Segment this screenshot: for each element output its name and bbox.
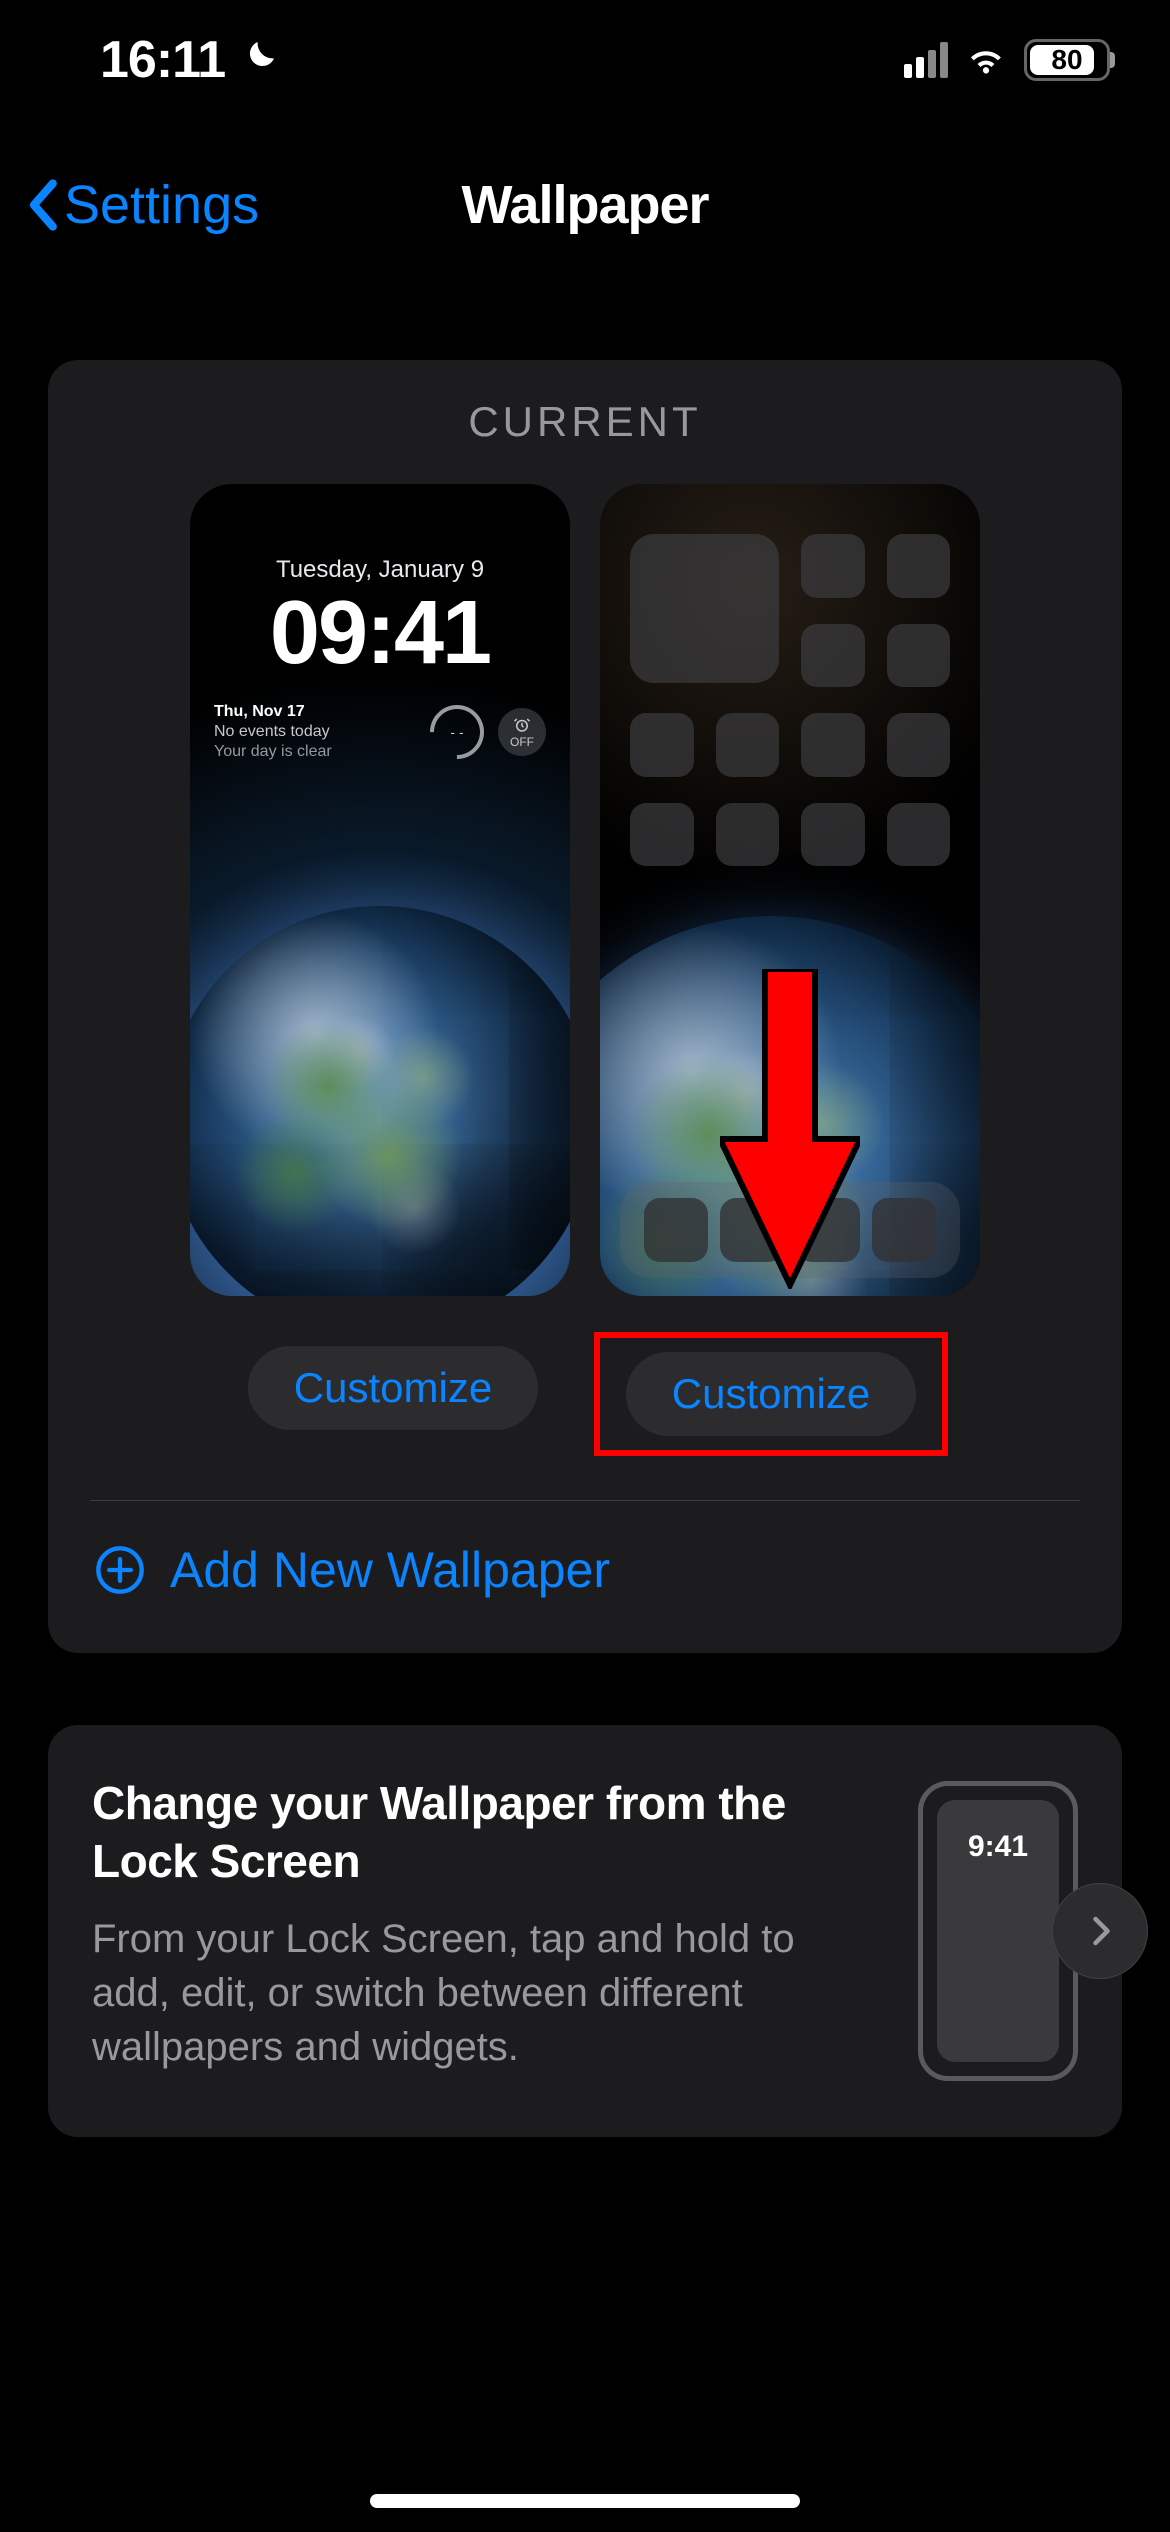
nav-bar: Settings Wallpaper (0, 150, 1170, 260)
gauge-widget-icon: - - (419, 694, 495, 770)
dnd-moon-icon (239, 30, 279, 90)
page-title: Wallpaper (461, 174, 708, 236)
earth-image (190, 906, 570, 1296)
customize-row: Customize Customize (78, 1332, 1092, 1456)
tip-body: From your Lock Screen, tap and hold to a… (92, 1912, 812, 2074)
status-time: 16:11 (100, 30, 225, 90)
tip-phone-time: 9:41 (968, 1830, 1028, 2062)
annotation-highlight-box: Customize (594, 1332, 948, 1456)
add-new-wallpaper-label: Add New Wallpaper (170, 1541, 610, 1599)
wifi-icon (964, 36, 1008, 85)
annotation-arrow-icon (720, 969, 860, 1294)
status-left: 16:11 (100, 30, 279, 90)
customize-lock-button[interactable]: Customize (248, 1346, 538, 1430)
lock-preview-widget-line3: Your day is clear (214, 742, 332, 762)
back-label: Settings (64, 174, 259, 236)
chevron-left-icon (24, 178, 60, 232)
customize-home-button[interactable]: Customize (626, 1352, 916, 1436)
alarm-widget-icon: OFF (498, 708, 546, 756)
tip-next-button[interactable] (1052, 1883, 1148, 1979)
lock-preview-widgets: Thu, Nov 17 No events today Your day is … (214, 702, 546, 762)
lock-preview-date: Tuesday, January 9 (190, 556, 570, 584)
lock-screen-preview[interactable]: Tuesday, January 9 09:41 Thu, Nov 17 No … (190, 484, 570, 1296)
tip-title: Change your Wallpaper from the Lock Scre… (92, 1775, 878, 1890)
current-section-label: CURRENT (78, 398, 1092, 446)
cellular-signal-icon (904, 42, 948, 78)
battery-percent: 80 (1051, 44, 1082, 76)
wallpaper-previews: Tuesday, January 9 09:41 Thu, Nov 17 No … (78, 484, 1092, 1296)
status-right: 80 (904, 36, 1110, 85)
chevron-right-icon (1082, 1913, 1118, 1949)
add-new-wallpaper-button[interactable]: Add New Wallpaper (78, 1501, 1092, 1623)
tip-card: Change your Wallpaper from the Lock Scre… (48, 1725, 1122, 2137)
battery-icon: 80 (1024, 39, 1110, 81)
lock-preview-widget-line2: No events today (214, 722, 332, 742)
plus-circle-icon (94, 1544, 146, 1596)
home-indicator[interactable] (370, 2494, 800, 2508)
current-wallpaper-card: CURRENT Tuesday, January 9 09:41 Thu, No… (48, 360, 1122, 1653)
status-bar: 16:11 80 (0, 0, 1170, 120)
back-button[interactable]: Settings (24, 174, 259, 236)
lock-preview-time: 09:41 (190, 582, 570, 685)
home-screen-preview[interactable] (600, 484, 980, 1296)
lock-preview-widget-line1: Thu, Nov 17 (214, 702, 332, 722)
